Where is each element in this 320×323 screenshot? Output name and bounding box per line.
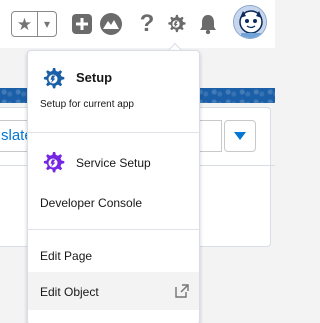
- setup-gear-button[interactable]: [164, 12, 188, 36]
- global-actions-button[interactable]: [70, 12, 94, 36]
- global-header: ★ ▾ ?: [0, 0, 275, 48]
- setup-menu: Setup Setup for current app Service Setu…: [27, 50, 200, 323]
- favorites-menu-button[interactable]: ▾: [38, 12, 56, 36]
- astro-avatar-icon: [234, 6, 266, 38]
- menu-divider: [28, 132, 199, 133]
- user-avatar[interactable]: [233, 5, 267, 39]
- developer-console-label: Developer Console: [40, 196, 143, 210]
- edit-object-item[interactable]: Edit Object: [28, 272, 199, 310]
- notifications-button[interactable]: [196, 12, 220, 36]
- help-icon: ?: [139, 10, 155, 37]
- chevron-down-icon: [234, 132, 246, 140]
- setup-subtitle: Setup for current app: [40, 99, 134, 110]
- setup-title: Setup: [76, 70, 113, 85]
- favorites-group: ★ ▾: [11, 11, 57, 37]
- bell-icon: [200, 15, 216, 35]
- star-icon: ★: [16, 14, 33, 34]
- service-setup-label: Service Setup: [76, 156, 151, 170]
- setup-gear-icon: [43, 68, 65, 89]
- help-button[interactable]: ?: [135, 12, 159, 36]
- developer-console-item[interactable]: Developer Console: [28, 189, 199, 217]
- external-link-icon: [175, 284, 189, 298]
- guidance-center-button[interactable]: [99, 12, 123, 36]
- service-setup-item[interactable]: Service Setup: [28, 147, 199, 179]
- service-setup-icon: [43, 152, 65, 173]
- menu-divider: [28, 229, 199, 230]
- favorites-star-button[interactable]: ★: [12, 12, 38, 36]
- setup-menu-item[interactable]: Setup Setup for current app: [28, 62, 199, 136]
- edit-object-label: Edit Object: [40, 285, 99, 299]
- gear-icon: [168, 14, 186, 33]
- trailhead-icon: [100, 13, 122, 35]
- chevron-down-icon: ▾: [43, 17, 51, 31]
- edit-page-item[interactable]: Edit Page: [28, 242, 199, 270]
- more-actions-button[interactable]: [224, 120, 256, 152]
- add-icon: [72, 14, 92, 34]
- edit-page-label: Edit Page: [40, 249, 93, 263]
